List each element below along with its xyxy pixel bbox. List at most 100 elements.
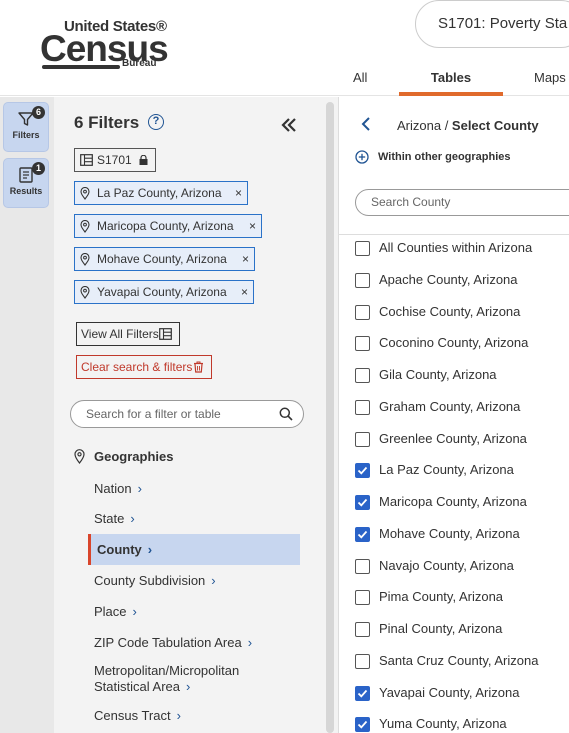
checkbox-unchecked[interactable] <box>355 336 370 351</box>
chevron-right-icon: › <box>137 481 142 496</box>
collapse-panel-icon[interactable] <box>280 116 298 134</box>
checkbox-unchecked[interactable] <box>355 590 370 605</box>
results-rail-button[interactable]: Results 1 <box>3 158 49 208</box>
checkbox-unchecked[interactable] <box>355 368 370 383</box>
county-checkbox-label: Apache County, Arizona <box>379 272 518 287</box>
county-checkbox-label: Pima County, Arizona <box>379 589 504 604</box>
geo-item-label-line2: Statistical Area <box>94 679 180 694</box>
chevron-right-icon: › <box>147 542 153 557</box>
plus-circle-icon[interactable] <box>355 150 369 164</box>
logo-underline <box>42 65 120 69</box>
geo-item-label: State <box>94 511 125 526</box>
checkbox-unchecked[interactable] <box>355 432 370 447</box>
location-pin-icon <box>80 187 90 200</box>
checkbox-unchecked[interactable] <box>355 622 370 637</box>
checkbox-checked[interactable] <box>355 463 370 478</box>
back-chevron-icon[interactable] <box>361 117 371 131</box>
county-search-input[interactable]: Search County <box>355 189 569 216</box>
filter-panel-scrollbar[interactable] <box>326 102 334 733</box>
checkbox-checked[interactable] <box>355 717 370 732</box>
tab-maps[interactable]: Maps <box>534 70 566 85</box>
location-pin-icon <box>80 220 90 233</box>
county-checkbox-label: Coconino County, Arizona <box>379 335 529 350</box>
chip-label: La Paz County, Arizona <box>97 186 222 200</box>
chip-label: Maricopa County, Arizona <box>97 219 234 233</box>
results-count-badge: 1 <box>32 162 45 175</box>
geo-item-place[interactable]: Place › <box>94 604 137 619</box>
tab-tables[interactable]: Tables <box>399 70 503 85</box>
geo-item-county-subdivision[interactable]: County Subdivision › <box>94 573 216 588</box>
geo-item-label: County <box>97 542 142 557</box>
county-checkbox-label: Yuma County, Arizona <box>379 716 507 731</box>
site-header: United States® Census Bureau S1701: Pove… <box>0 0 569 96</box>
county-checkbox-label: Yavapai County, Arizona <box>379 685 520 700</box>
census-logo[interactable]: United States® Census Bureau <box>40 18 170 72</box>
filters-rail-button[interactable]: Filters 6 <box>3 102 49 152</box>
tab-all[interactable]: All <box>353 70 367 85</box>
checkbox-unchecked[interactable] <box>355 273 370 288</box>
table-filter-chip[interactable]: S1701 <box>74 148 156 172</box>
geo-item-nation[interactable]: Nation › <box>94 481 142 496</box>
chevron-right-icon: › <box>186 679 191 694</box>
checkbox-unchecked[interactable] <box>355 559 370 574</box>
chevron-right-icon: › <box>211 573 216 588</box>
main-search-input[interactable]: S1701: Poverty Sta <box>415 0 569 48</box>
geo-item-label: Metropolitan/Micropolitan <box>94 663 240 678</box>
county-checkbox-label: Mohave County, Arizona <box>379 526 520 541</box>
lock-icon <box>139 155 148 165</box>
checkbox-checked[interactable] <box>355 686 370 701</box>
location-pin-icon <box>74 449 85 464</box>
county-checkbox-label: Graham County, Arizona <box>379 399 521 414</box>
checkmark-icon <box>357 498 368 507</box>
geo-filter-chip[interactable]: La Paz County, Arizona × <box>74 181 248 205</box>
table-icon <box>159 328 172 340</box>
geo-item-metro-micro[interactable]: Metropolitan/Micropolitan Statistical Ar… <box>94 663 239 695</box>
geographies-heading: Geographies <box>94 449 174 464</box>
view-all-filters-button[interactable]: View All Filters <box>76 322 180 346</box>
search-icon[interactable] <box>279 407 293 421</box>
filters-title: 6 Filters <box>74 113 140 132</box>
geo-item-state[interactable]: State › <box>94 511 135 526</box>
active-tab-indicator <box>399 92 503 96</box>
remove-chip-icon[interactable]: × <box>242 248 249 270</box>
county-checkbox-label: Navajo County, Arizona <box>379 558 514 573</box>
geo-item-county[interactable]: County › <box>97 542 152 557</box>
breadcrumb-parent[interactable]: Arizona <box>397 118 441 133</box>
help-icon[interactable]: ? <box>148 114 164 130</box>
county-checkbox-label: All Counties within Arizona <box>379 240 533 255</box>
geo-item-label: Nation <box>94 481 132 496</box>
geo-filter-chip[interactable]: Yavapai County, Arizona × <box>74 280 254 304</box>
checkbox-unchecked[interactable] <box>355 241 370 256</box>
geo-item-label: Census Tract <box>94 708 171 723</box>
remove-chip-icon[interactable]: × <box>249 215 256 237</box>
within-other-geographies-link[interactable]: Within other geographies <box>378 151 511 163</box>
chevron-right-icon: › <box>130 511 135 526</box>
county-checkbox-label: Santa Cruz County, Arizona <box>379 653 539 668</box>
geo-filter-chip[interactable]: Mohave County, Arizona × <box>74 247 255 271</box>
checkmark-icon <box>357 720 368 729</box>
location-pin-icon <box>80 253 90 266</box>
county-checkbox-label: Pinal County, Arizona <box>379 621 503 636</box>
checkbox-unchecked[interactable] <box>355 305 370 320</box>
checkbox-checked[interactable] <box>355 527 370 542</box>
geo-item-zcta[interactable]: ZIP Code Tabulation Area › <box>94 635 252 650</box>
checkmark-icon <box>357 530 368 539</box>
remove-chip-icon[interactable]: × <box>235 182 242 204</box>
filter-search-placeholder: Search for a filter or table <box>86 407 221 421</box>
breadcrumb-current: Select County <box>451 118 539 133</box>
checkbox-checked[interactable] <box>355 495 370 510</box>
checkmark-icon <box>357 689 368 698</box>
chevron-right-icon: › <box>176 708 181 723</box>
county-checkbox-label: Cochise County, Arizona <box>379 304 521 319</box>
clear-search-filters-button[interactable]: Clear search & filters <box>76 355 212 379</box>
geo-filter-chip[interactable]: Maricopa County, Arizona × <box>74 214 262 238</box>
remove-chip-icon[interactable]: × <box>241 281 248 303</box>
view-all-filters-label: View All Filters <box>81 327 159 341</box>
checkbox-unchecked[interactable] <box>355 654 370 669</box>
filter-search-input[interactable]: Search for a filter or table <box>70 400 304 428</box>
chip-label: Mohave County, Arizona <box>97 252 227 266</box>
checkbox-unchecked[interactable] <box>355 400 370 415</box>
county-select-panel: Arizona / Select County Within other geo… <box>338 97 569 733</box>
chevron-right-icon: › <box>247 635 253 650</box>
geo-item-census-tract[interactable]: Census Tract › <box>94 708 181 723</box>
